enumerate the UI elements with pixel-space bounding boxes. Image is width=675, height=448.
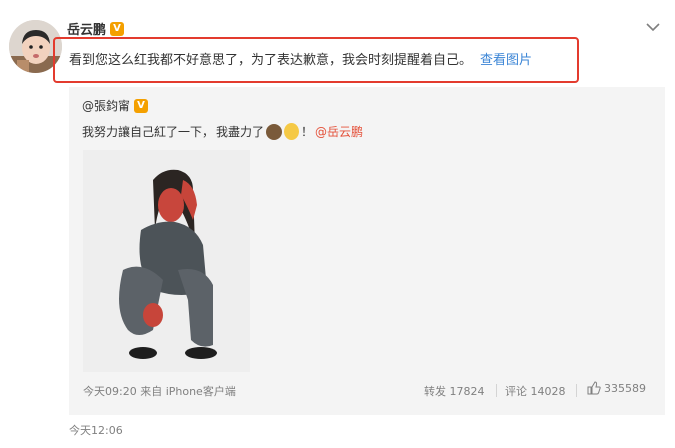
repost-author[interactable]: @張鈞甯 V xyxy=(82,97,149,114)
verified-badge-icon: V xyxy=(110,21,125,36)
repost-text-end: ！ xyxy=(301,125,314,139)
monkey-face-icon xyxy=(266,123,283,140)
repost-count[interactable]: 转发 17824 xyxy=(424,383,485,399)
view-image-link[interactable]: 查看图片 xyxy=(480,53,532,68)
like-button[interactable]: 335589 xyxy=(587,381,646,395)
verified-badge-icon: V xyxy=(134,98,149,113)
stat-divider xyxy=(496,384,497,397)
like-count: 335589 xyxy=(604,381,646,395)
thumbs-up-icon xyxy=(587,381,601,395)
post-content: 看到您这么红我都不好意思了，为了表达歉意，我会时刻提醒着自己。 查看图片 xyxy=(69,49,532,68)
repost-photo[interactable] xyxy=(83,150,250,372)
mention-link[interactable]: @岳云鹏 xyxy=(315,123,363,140)
post-time[interactable]: 今天12:06 xyxy=(69,422,123,438)
comment-count[interactable]: 评论 14028 xyxy=(505,383,566,399)
post-author[interactable]: 岳云鹏 V xyxy=(67,19,125,38)
repost-meta[interactable]: 今天09:20 来自 iPhone客户端 xyxy=(83,383,236,399)
repost-content: 我努力讓自己紅了一下， 我盡力了 ！ @岳云鹏 xyxy=(82,123,363,140)
repost-author-name[interactable]: @張鈞甯 xyxy=(82,97,130,114)
post-author-name[interactable]: 岳云鹏 xyxy=(67,19,106,38)
repost-text-middle: 我盡力了 xyxy=(216,125,265,139)
chevron-down-icon[interactable] xyxy=(646,22,660,32)
stat-divider xyxy=(576,384,577,397)
photo-image xyxy=(83,150,250,372)
repost-text-start: 我努力讓自己紅了一下， xyxy=(82,125,215,139)
hand-over-mouth-icon xyxy=(284,123,300,140)
post-text: 看到您这么红我都不好意思了，为了表达歉意，我会时刻提醒着自己。 xyxy=(69,53,473,68)
